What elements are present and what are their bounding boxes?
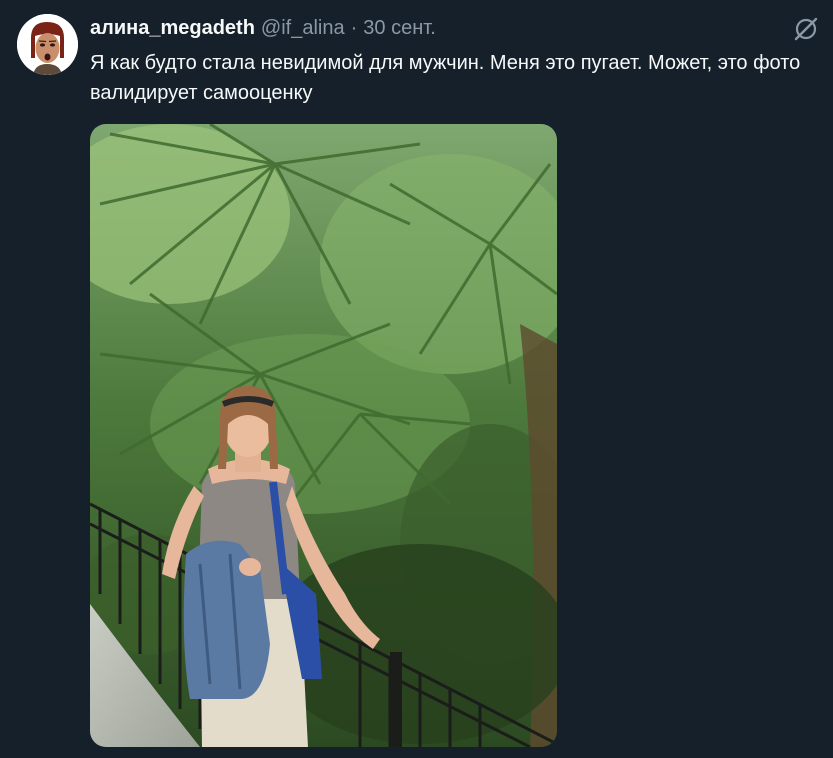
tweet: алина_megadeth @if_alina · 30 сент. Я ка…	[0, 0, 833, 758]
tweet-text: Я как будто стала невидимой для мужчин. …	[90, 52, 801, 104]
tweet-photo[interactable]	[90, 124, 557, 747]
display-name[interactable]: алина_megadeth	[90, 17, 255, 40]
user-handle[interactable]: @if_alina	[261, 17, 345, 40]
separator-dot: ·	[350, 16, 358, 39]
tweet-header: алина_megadeth @if_alina · 30 сент.	[90, 15, 436, 41]
avatar[interactable]	[17, 14, 78, 75]
grok-icon[interactable]	[793, 16, 819, 42]
photo-image	[90, 124, 557, 747]
avatar-icon	[17, 14, 78, 75]
tweet-date[interactable]: 30 сент.	[363, 17, 435, 40]
